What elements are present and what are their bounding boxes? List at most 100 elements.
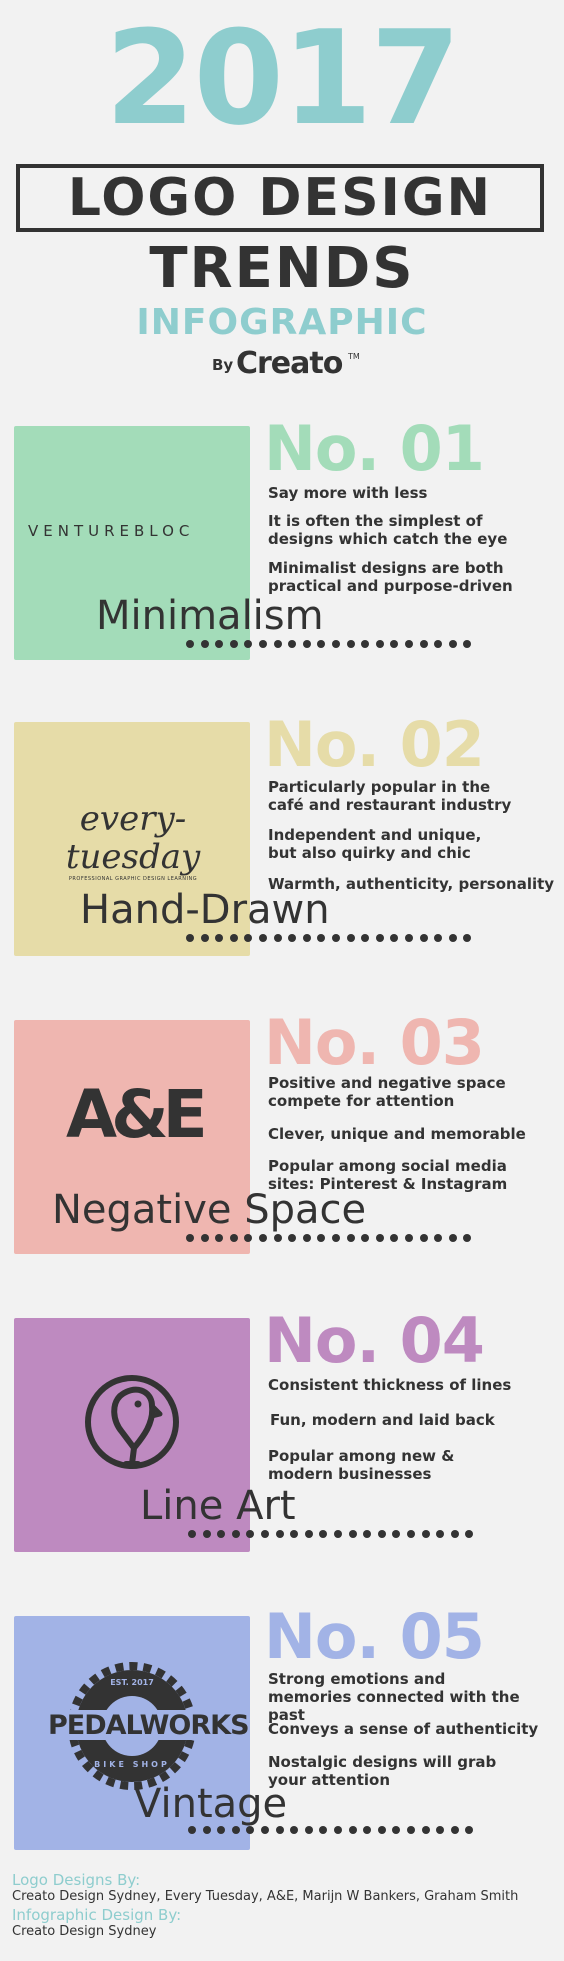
divider-dot	[202, 1530, 211, 1538]
venturebloc-logo-text: VENTUREBLOC	[28, 522, 195, 540]
divider-dot	[392, 1826, 401, 1834]
divider-dot	[404, 1234, 413, 1242]
divider-dot	[304, 1826, 313, 1834]
trend-number-5: No. 05	[264, 1600, 485, 1673]
trend-5-point-1: Strong emotions and memories connected w…	[268, 1670, 520, 1724]
divider-dot	[317, 1234, 326, 1242]
divider-dot	[246, 1530, 255, 1538]
divider-dot	[377, 1826, 386, 1834]
ae-logo-text: A&E	[66, 1076, 208, 1153]
trend-1-point-2: It is often the simplest of designs whic…	[268, 512, 508, 548]
divider-dot	[436, 1530, 445, 1538]
divider-dot	[290, 1530, 299, 1538]
divider-dot	[288, 640, 297, 648]
divider-dot	[258, 640, 267, 648]
divider-dot	[202, 1826, 211, 1834]
trend-4-point-1: Consistent thickness of lines	[268, 1376, 512, 1394]
divider-dot	[319, 1530, 328, 1538]
trend-5-point-2: Conveys a sense of authenticity	[268, 1720, 539, 1738]
divider-dot	[421, 1530, 430, 1538]
divider-dot	[346, 640, 355, 648]
trend-2-dot-divider	[186, 934, 472, 946]
divider-dot	[244, 1234, 253, 1242]
divider-dot	[246, 1826, 255, 1834]
divider-dot	[302, 934, 311, 942]
divider-dot	[375, 640, 384, 648]
pedalworks-est: EST. 2017	[110, 1678, 154, 1687]
divider-dot	[448, 1234, 457, 1242]
divider-dot	[421, 1826, 430, 1834]
pedalworks-logo: EST. 2017 PEDALWORKS BIKE SHOP	[48, 1660, 250, 1790]
trend-5-dot-divider	[188, 1826, 474, 1838]
divider-dot	[333, 1530, 342, 1538]
divider-dot	[363, 1530, 372, 1538]
divider-dot	[229, 934, 238, 942]
year-title: 2017	[105, 2, 461, 154]
divider-dot	[258, 934, 267, 942]
divider-dot	[406, 1826, 415, 1834]
divider-dot	[186, 640, 194, 648]
divider-dot	[465, 1826, 474, 1834]
divider-dot	[377, 1530, 386, 1538]
trend-3-point-2: Clever, unique and memorable	[268, 1125, 526, 1143]
divider-dot	[346, 1234, 355, 1242]
divider-dot	[290, 1826, 299, 1834]
divider-dot	[361, 1234, 370, 1242]
trend-3-point-1: Positive and negative space compete for …	[268, 1074, 506, 1110]
logo-design-title: LOGO DESIGN	[67, 168, 493, 228]
logo-design-title-box: LOGO DESIGN	[16, 164, 544, 232]
trend-1-point-3: Minimalist designs are both practical an…	[268, 559, 513, 595]
divider-dot	[419, 1234, 428, 1242]
trend-5-label: Vintage	[134, 1781, 288, 1827]
infographic-credits-label: Infographic Design By:	[12, 1906, 182, 1924]
divider-dot	[375, 934, 384, 942]
parrot-line-art-icon	[82, 1368, 182, 1484]
divider-dot	[361, 934, 370, 942]
divider-dot	[463, 1234, 472, 1242]
divider-dot	[419, 640, 428, 648]
divider-dot	[465, 1530, 474, 1538]
divider-dot	[215, 640, 224, 648]
divider-dot	[215, 1234, 224, 1242]
divider-dot	[302, 1234, 311, 1242]
divider-dot	[390, 640, 399, 648]
divider-dot	[273, 1234, 282, 1242]
trend-4-dot-divider	[188, 1530, 474, 1542]
pedalworks-wordmark: PEDALWORKS	[48, 1710, 250, 1741]
trademark-mark: TM	[348, 352, 360, 361]
divider-dot	[404, 934, 413, 942]
divider-dot	[448, 640, 457, 648]
divider-dot	[275, 1826, 284, 1834]
divider-dot	[434, 1234, 443, 1242]
divider-dot	[404, 640, 413, 648]
trends-heading: TRENDS	[149, 236, 415, 301]
divider-dot	[200, 640, 209, 648]
divider-dot	[392, 1530, 401, 1538]
divider-dot	[333, 1826, 342, 1834]
divider-dot	[215, 934, 224, 942]
trend-2-point-1: Particularly popular in the café and res…	[268, 778, 512, 814]
divider-dot	[217, 1826, 226, 1834]
divider-dot	[450, 1530, 459, 1538]
divider-dot	[231, 1530, 240, 1538]
logo-credits-value: Creato Design Sydney, Every Tuesday, A&E…	[12, 1889, 519, 1904]
every-tuesday-logo: every-tuesday PROFESSIONAL GRAPHIC DESIG…	[28, 800, 238, 882]
infographic-credits-value: Creato Design Sydney	[12, 1924, 157, 1939]
every-tuesday-script: every-tuesday	[65, 799, 201, 877]
trend-number-3: No. 03	[264, 1006, 485, 1079]
divider-dot	[419, 934, 428, 942]
divider-dot	[229, 640, 238, 648]
venturebloc-logo: VENTUREBLOC	[28, 522, 194, 540]
divider-dot	[229, 1234, 238, 1242]
trend-5-point-3: Nostalgic designs will grab your attenti…	[268, 1753, 497, 1789]
divider-dot	[348, 1530, 357, 1538]
by-label: By	[212, 356, 234, 374]
trend-2-point-2: Independent and unique, but also quirky …	[268, 826, 482, 862]
trend-number-4: No. 04	[264, 1304, 485, 1377]
divider-dot	[331, 1234, 340, 1242]
trend-4-point-2: Fun, modern and laid back	[270, 1411, 495, 1429]
divider-dot	[406, 1530, 415, 1538]
every-tuesday-tagline: PROFESSIONAL GRAPHIC DESIGN LEARNING	[68, 876, 198, 882]
divider-dot	[331, 934, 340, 942]
divider-dot	[319, 1826, 328, 1834]
